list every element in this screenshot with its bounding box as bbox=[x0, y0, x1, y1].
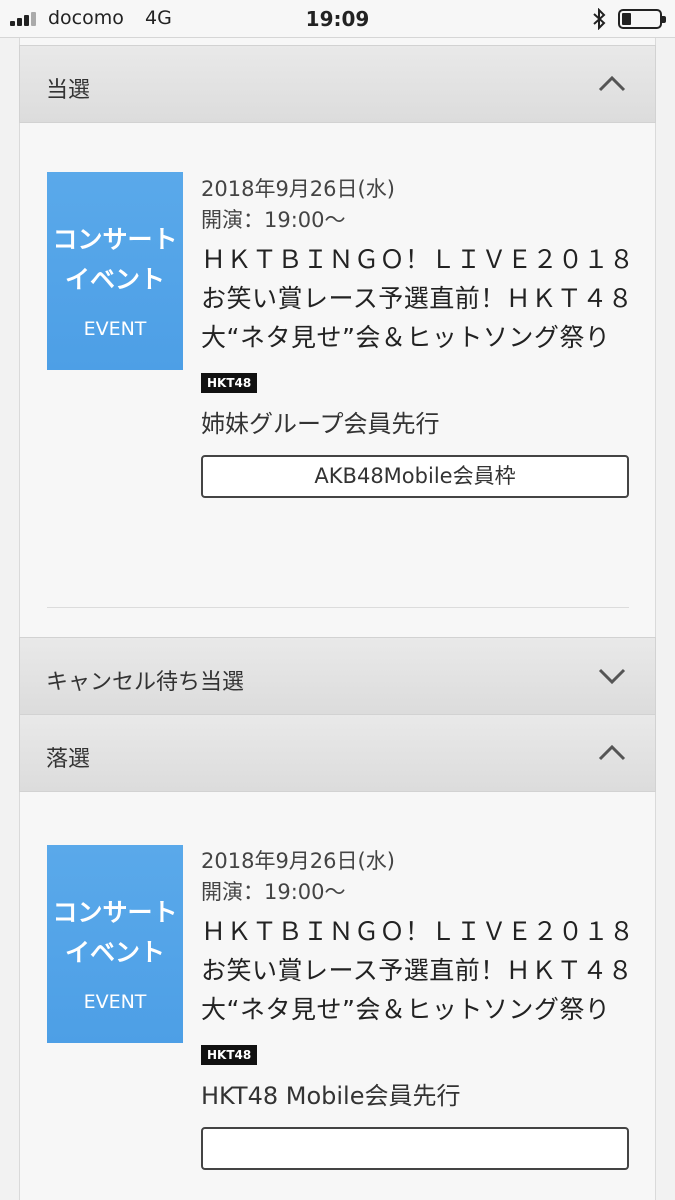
event-card[interactable]: コンサート イベント EVENT 2018年9月26日(水) 開演：19:00〜… bbox=[19, 792, 656, 1200]
chevron-down-icon[interactable] bbox=[597, 666, 627, 686]
event-thumbnail[interactable]: コンサート イベント EVENT bbox=[47, 172, 183, 370]
group-tag: HKT48 bbox=[201, 373, 258, 393]
group-tag: HKT48 bbox=[201, 1045, 258, 1065]
thumb-label-line1: コンサート bbox=[52, 898, 178, 927]
event-time: 開演：19:00〜 bbox=[201, 880, 346, 904]
thumb-label-line1: コンサート bbox=[52, 225, 178, 254]
membership-type: 姉妹グループ会員先行 bbox=[201, 410, 440, 438]
clock: 19:09 bbox=[305, 7, 370, 31]
thumb-label-en: EVENT bbox=[83, 991, 147, 1013]
chevron-up-icon[interactable] bbox=[597, 743, 627, 763]
battery-icon bbox=[618, 9, 666, 29]
event-info: 2018年9月26日(水) 開演：19:00〜 ＨＫＴＢＩＮＧＯ！ＬＩＶＥ２０１… bbox=[201, 174, 641, 498]
chevron-up-icon[interactable] bbox=[597, 74, 627, 94]
section-title: キャンセル待ち当選 bbox=[46, 670, 245, 695]
event-card[interactable]: コンサート イベント EVENT 2018年9月26日(水) 開演：19:00〜… bbox=[19, 123, 656, 637]
membership-quota-button[interactable]: AKB48Mobile会員枠 bbox=[201, 455, 629, 498]
event-info: 2018年9月26日(水) 開演：19:00〜 ＨＫＴＢＩＮＧＯ！ＬＩＶＥ２０１… bbox=[201, 846, 641, 1170]
section-title: 落選 bbox=[46, 747, 91, 772]
thumb-label-line2: イベント bbox=[64, 265, 165, 294]
membership-quota-button[interactable] bbox=[201, 1127, 629, 1170]
event-title[interactable]: ＨＫＴＢＩＮＧＯ！ＬＩＶＥ２０１８ お笑い賞レース予選直前！ＨＫＴ４８大“ネタ見… bbox=[201, 240, 641, 357]
divider bbox=[47, 607, 629, 608]
event-date: 2018年9月26日(水) bbox=[201, 849, 395, 873]
section-header-won[interactable]: 当選 bbox=[19, 45, 656, 123]
thumb-label-en: EVENT bbox=[83, 318, 147, 340]
event-title[interactable]: ＨＫＴＢＩＮＧＯ！ＬＩＶＥ２０１８ お笑い賞レース予選直前！ＨＫＴ４８大“ネタ見… bbox=[201, 912, 641, 1029]
thumb-label-line2: イベント bbox=[64, 938, 165, 967]
section-title: 当選 bbox=[46, 78, 91, 103]
event-thumbnail[interactable]: コンサート イベント EVENT bbox=[47, 845, 183, 1043]
status-bar: docomo 4G 19:09 bbox=[0, 0, 675, 38]
event-date: 2018年9月26日(水) bbox=[201, 177, 395, 201]
section-header-waitlist[interactable]: キャンセル待ち当選 bbox=[19, 637, 656, 715]
section-header-lost[interactable]: 落選 bbox=[19, 714, 656, 792]
event-time: 開演：19:00〜 bbox=[201, 208, 346, 232]
membership-type: HKT48 Mobile会員先行 bbox=[201, 1082, 461, 1110]
bluetooth-icon bbox=[593, 8, 606, 30]
